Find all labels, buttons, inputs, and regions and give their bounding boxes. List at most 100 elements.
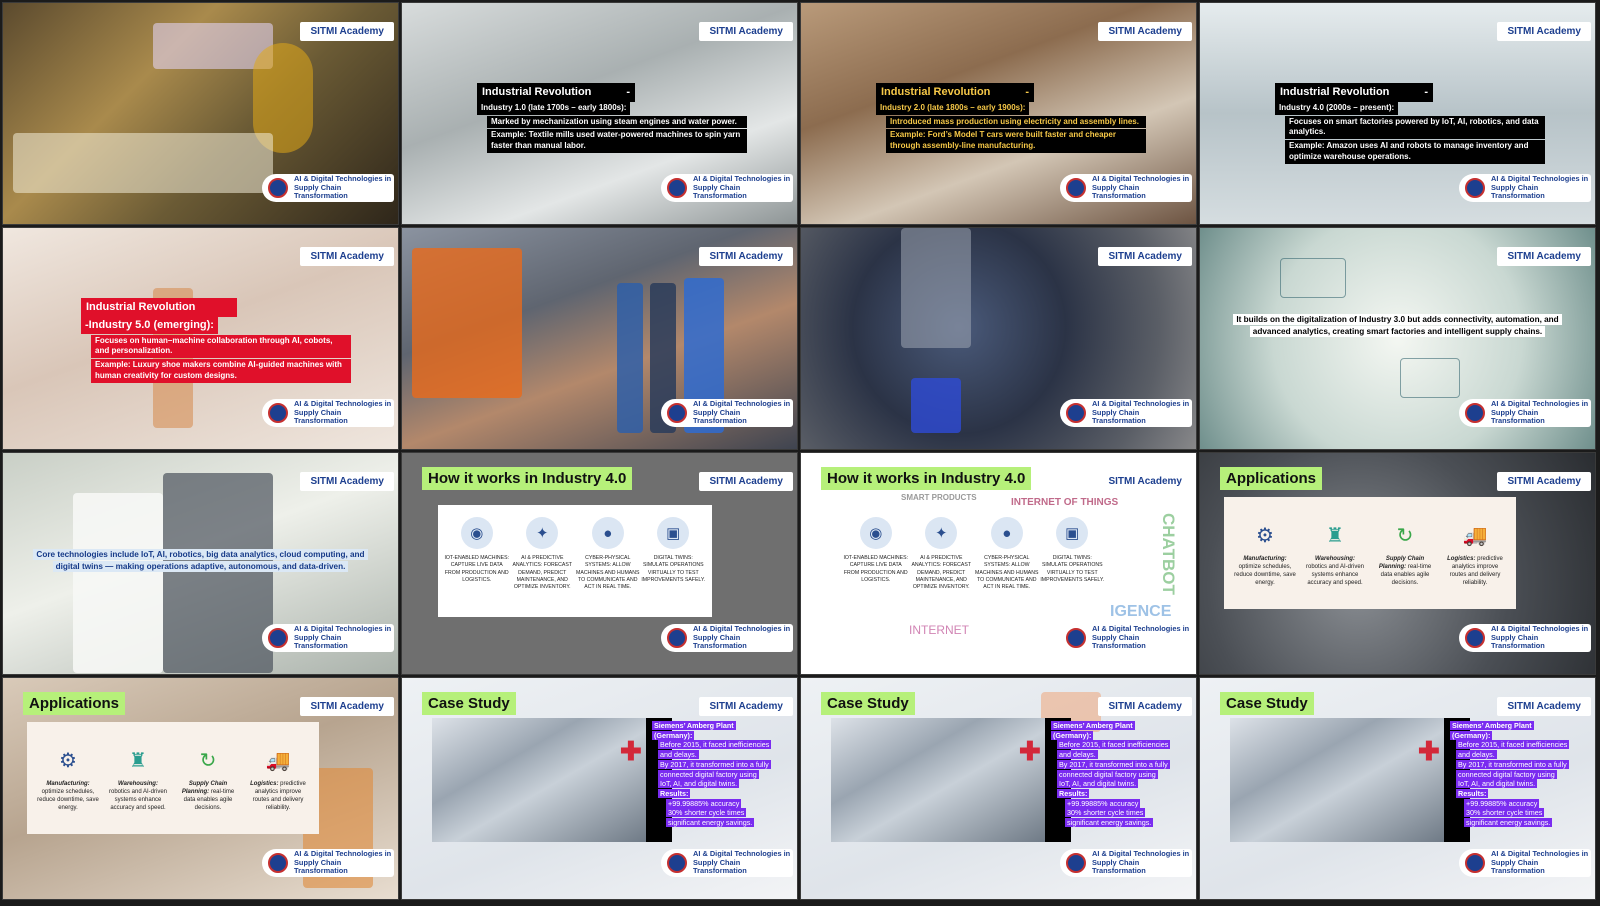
academy-logo-icon xyxy=(1465,853,1485,873)
academy-logo-icon xyxy=(268,403,288,423)
slide-thumbnail-8[interactable]: SITMI Academy It builds on the digitaliz… xyxy=(1199,227,1596,450)
result-item: significant energy savings. xyxy=(666,818,755,828)
industry-5-textbox: Industrial Revolution -Industry 5.0 (eme… xyxy=(81,298,351,383)
brand-badge: SITMI Academy xyxy=(300,697,394,716)
slide-title: Case Study xyxy=(422,692,516,715)
slide-subtitle: Industry 1.0 (late 1700s – early 1800s): xyxy=(477,101,631,115)
slide-thumbnail-10[interactable]: How it works in Industry 4.0 SITMI Acade… xyxy=(401,452,798,675)
slide-thumbnail-16[interactable]: Case Study SITMI Academy ✚ Siemens’ Ambe… xyxy=(1199,677,1596,900)
wordcloud-word: INTERNET xyxy=(909,623,969,637)
iot-icon: ◉ xyxy=(859,517,892,549)
course-footer: AI & Digital Technologies in Supply Chain… xyxy=(262,174,394,202)
bullet-item: Before 2015, it faced inefficiencies and… xyxy=(658,740,772,760)
academy-logo-icon xyxy=(1465,178,1485,198)
robot-icon: ♜ xyxy=(129,750,147,772)
result-item: 30% shorter cycle times xyxy=(666,808,747,818)
slide-thumbnail-14[interactable]: Case Study SITMI Academy ✚ Siemens’ Ambe… xyxy=(401,677,798,900)
app-item-warehousing: ♜ Warehousing: robotics and AI-driven sys… xyxy=(108,750,168,812)
app-item-logistics: 🚚 Logistics: predictive analytics improve… xyxy=(1444,523,1506,586)
course-footer: AI & Digital Technologies in Supply Chain… xyxy=(1060,399,1192,427)
case-study-textbox: Siemens’ Amberg Plant (Germany): Before … xyxy=(652,721,772,828)
brand-badge: SITMI Academy xyxy=(699,247,793,266)
course-footer: AI & Digital Technologies in Supply Chain… xyxy=(1459,174,1591,202)
brand-badge: SITMI Academy xyxy=(699,472,793,491)
industry-4-textbox: Industrial Revolution - Industry 4.0 (200… xyxy=(1275,83,1545,164)
brand-badge: SITMI Academy xyxy=(699,697,793,716)
slide-title: How it works in Industry 4.0 xyxy=(821,467,1032,490)
academy-logo-icon xyxy=(667,403,687,423)
how-it-works-card: ◉ IoT-enabled machines: capture live data… xyxy=(438,505,712,617)
bullet-item: Example: Ford’s Model T cars were built … xyxy=(886,129,1146,154)
app-item-manufacturing: ⚙ Manufacturing: optimize schedules, redu… xyxy=(37,750,99,812)
applications-card: ⚙ Manufacturing: optimize schedules, redu… xyxy=(27,722,319,834)
how-it-works-card: ◉ IoT-enabled machines: capture live data… xyxy=(837,505,1111,617)
slide-thumbnail-6[interactable]: SITMI Academy AI & Digital Technologies … xyxy=(401,227,798,450)
slide-thumbnail-11[interactable]: SMART PRODUCTS INTERNET OF THINGS CHATBO… xyxy=(800,452,1197,675)
slide-title: Case Study xyxy=(821,692,915,715)
case-study-textbox: Siemens’ Amberg Plant (Germany): Before … xyxy=(1051,721,1171,828)
slide-title: Industrial Revolution xyxy=(81,298,237,317)
truck-icon: 🚚 xyxy=(265,750,291,772)
iot-icon: ◉ xyxy=(460,517,493,549)
industry-2-textbox: Industrial Revolution - Industry 2.0 (lat… xyxy=(876,83,1146,154)
brand-badge: SITMI Academy xyxy=(1497,22,1591,41)
academy-logo-icon xyxy=(1066,628,1086,648)
brand-badge: SITMI Academy xyxy=(1098,22,1192,41)
factory-photo xyxy=(831,718,1045,842)
how-item-twin: ▣ Digital twins: simulate operations virt… xyxy=(1040,517,1106,605)
slide-thumbnail-2[interactable]: SITMI Academy Industrial Revolution - Ind… xyxy=(401,2,798,225)
academy-logo-icon xyxy=(1066,853,1086,873)
course-footer: AI & Digital Technologies in Supply Chain… xyxy=(661,174,793,202)
how-item-iot: ◉ IoT-enabled machines: capture live data… xyxy=(444,517,510,605)
slide-title: Applications xyxy=(1220,467,1323,490)
slide-thumbnail-15[interactable]: Case Study SITMI Academy ✚ Siemens’ Ambe… xyxy=(800,677,1197,900)
academy-logo-icon xyxy=(1465,628,1485,648)
bullet-item: Results: xyxy=(658,789,691,799)
course-footer: AI & Digital Technologies in Supply Chain… xyxy=(661,624,793,652)
bullet-item: Focuses on human–machine collaboration t… xyxy=(91,334,351,359)
how-item-iot: ◉ IoT-enabled machines: capture live data… xyxy=(843,517,909,605)
slide-thumbnail-3[interactable]: SITMI Academy Industrial Revolution - Ind… xyxy=(800,2,1197,225)
course-footer: AI & Digital Technologies in Supply Chain… xyxy=(262,624,394,652)
how-item-twin: ▣ Digital twins: simulate operations virt… xyxy=(641,517,707,605)
brand-badge: SITMI Academy xyxy=(1497,697,1591,716)
slide-thumbnail-1[interactable]: SITMI Academy AI & Digital Technologies … xyxy=(2,2,399,225)
slide-title: Industrial Revolution - xyxy=(876,83,1034,102)
academy-logo-icon xyxy=(1066,178,1086,198)
chip-icon: ▣ xyxy=(1056,517,1089,549)
brand-badge: SITMI Academy xyxy=(300,247,394,266)
slide-thumbnail-7[interactable]: SITMI Academy AI & Digital Technologies … xyxy=(800,227,1197,450)
cycle-icon: ↻ xyxy=(199,750,217,772)
wordcloud-word: CHATBOT xyxy=(1159,513,1178,595)
result-item: significant energy savings. xyxy=(1065,818,1154,828)
brand-badge: SITMI Academy xyxy=(1098,472,1192,491)
slide-thumbnail-4[interactable]: SITMI Academy Industrial Revolution - Ind… xyxy=(1199,2,1596,225)
app-item-warehousing: ♜ Warehousing: robotics and AI-driven sys… xyxy=(1305,525,1365,587)
slide-title: Industrial Revolution - xyxy=(477,83,635,102)
course-footer: AI & Digital Technologies in Supply Chain… xyxy=(1060,174,1192,202)
person-icon: ● xyxy=(990,517,1023,549)
result-item: +99.99885% accuracy xyxy=(1464,798,1540,808)
truck-icon: 🚚 xyxy=(1462,525,1488,547)
result-item: 30% shorter cycle times xyxy=(1464,808,1545,818)
brain-icon: ✦ xyxy=(925,517,958,549)
slide-thumbnail-5[interactable]: SITMI Academy Industrial Revolution -Ind… xyxy=(2,227,399,450)
app-item-logistics: 🚚 Logistics: predictive analytics improve… xyxy=(247,748,309,811)
bullet-item: Example: Amazon uses AI and robots to ma… xyxy=(1285,140,1545,164)
slide-thumbnail-12[interactable]: Applications SITMI Academy ⚙ Manufacturin… xyxy=(1199,452,1596,675)
plus-icon: ✚ xyxy=(1418,736,1440,766)
course-footer: AI & Digital Technologies in Supply Chain… xyxy=(1060,624,1192,652)
bullet-item: Marked by mechanization using steam engi… xyxy=(487,115,747,129)
factory-photo xyxy=(432,718,646,842)
bullet-item: Before 2015, it faced inefficiencies and… xyxy=(1456,740,1570,760)
course-footer: AI & Digital Technologies in Supply Chain… xyxy=(661,399,793,427)
slide-grid: SITMI Academy AI & Digital Technologies … xyxy=(2,2,1598,904)
bullet-item: Focuses on smart factories powered by Io… xyxy=(1285,115,1545,140)
slide-title: Industrial Revolution - xyxy=(1275,83,1433,102)
how-item-ai: ✦ AI & predictive analytics: forecast dem… xyxy=(909,517,975,605)
chip-icon: ▣ xyxy=(657,517,690,549)
slide-thumbnail-13[interactable]: Applications SITMI Academy ⚙ Manufacturin… xyxy=(2,677,399,900)
slide-thumbnail-9[interactable]: SITMI Academy Core technologies include … xyxy=(2,452,399,675)
applications-card: ⚙ Manufacturing: optimize schedules, redu… xyxy=(1224,497,1516,609)
course-footer: AI & Digital Technologies in Supply Chain… xyxy=(262,849,394,877)
